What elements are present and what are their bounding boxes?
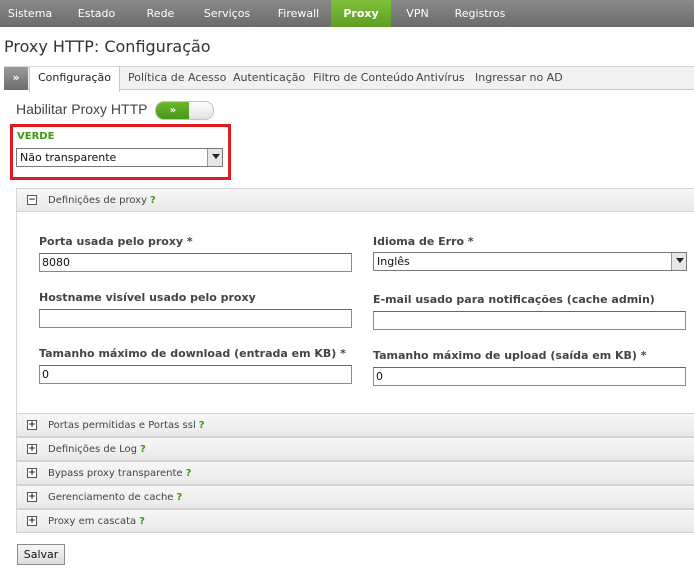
panel-title-text: Proxy em cascata xyxy=(48,516,137,527)
nav-item-proxy[interactable]: Proxy xyxy=(331,0,391,27)
tab-autenticacao[interactable]: Autenticação xyxy=(233,67,305,91)
help-icon[interactable]: ? xyxy=(186,468,192,479)
panel-title-text: Portas permitidas e Portas ssl xyxy=(48,420,196,431)
help-icon[interactable]: ? xyxy=(139,516,145,527)
panel-cascade-header[interactable]: + Proxy em cascata? xyxy=(16,509,694,533)
tab-ingressar-no-ad[interactable]: Ingressar no AD xyxy=(475,67,563,91)
tab-politica-de-acesso[interactable]: Política de Acesso xyxy=(128,67,226,91)
expand-icon[interactable]: » xyxy=(4,67,28,90)
collapse-icon: − xyxy=(27,195,37,205)
panel-title-text: Bypass proxy transparente xyxy=(48,468,183,479)
error-language-select[interactable]: Inglês xyxy=(373,252,687,271)
panel-bypass-header[interactable]: + Bypass proxy transparente? xyxy=(16,461,694,485)
nav-item-servicos[interactable]: Serviços xyxy=(188,0,266,27)
error-language-label: Idioma de Erro * xyxy=(373,235,474,248)
panel-allowed-ports-header[interactable]: + Portas permitidas e Portas ssl? xyxy=(16,413,694,437)
expand-icon: + xyxy=(27,516,37,526)
enable-proxy-toggle[interactable]: » xyxy=(155,101,214,120)
tab-antivirus[interactable]: Antivírus xyxy=(416,67,465,91)
panel-cache-header[interactable]: + Gerenciamento de cache? xyxy=(16,485,694,509)
panel-title: Proxy em cascata? xyxy=(48,516,145,527)
port-label: Porta usada pelo proxy * xyxy=(39,235,193,248)
save-button[interactable]: Salvar xyxy=(17,544,65,565)
nav-item-firewall[interactable]: Firewall xyxy=(266,0,331,27)
hostname-input[interactable] xyxy=(39,309,352,328)
panel-title: Definições de Log? xyxy=(48,444,146,455)
top-nav: Sistema Estado Rede Serviços Firewall Pr… xyxy=(0,0,694,27)
admin-email-input[interactable] xyxy=(373,311,686,330)
tab-filtro-de-conteudo[interactable]: Filtro de Conteúdo xyxy=(313,67,414,91)
max-upload-input[interactable]: 0 xyxy=(373,367,686,386)
tab-bar: » Configuração Política de Acesso Autent… xyxy=(4,66,694,92)
help-icon[interactable]: ? xyxy=(150,195,156,206)
panel-proxy-settings-header[interactable]: − Definições de proxy? xyxy=(16,188,694,212)
port-input[interactable]: 8080 xyxy=(39,253,352,272)
panel-log-settings-header[interactable]: + Definições de Log? xyxy=(16,437,694,461)
chevron-down-icon xyxy=(671,253,686,270)
panel-title-text: Definições de proxy xyxy=(48,195,147,206)
error-language-value: Inglês xyxy=(377,255,410,268)
panel-title: Bypass proxy transparente? xyxy=(48,468,191,479)
tab-configuracao[interactable]: Configuração xyxy=(29,67,120,92)
expand-icon: + xyxy=(27,492,37,502)
help-icon[interactable]: ? xyxy=(140,444,146,455)
panel-title: Definições de proxy? xyxy=(48,195,156,206)
page-title: Proxy HTTP: Configuração xyxy=(4,37,211,56)
max-upload-label: Tamanho máximo de upload (saída em KB) * xyxy=(373,349,647,362)
toggle-knob xyxy=(189,102,213,119)
toggle-on-icon: » xyxy=(156,102,190,119)
expand-icon: + xyxy=(27,468,37,478)
panel-title: Gerenciamento de cache? xyxy=(48,492,182,503)
help-icon[interactable]: ? xyxy=(199,420,205,431)
enable-proxy-label: Habilitar Proxy HTTP xyxy=(16,101,148,117)
panel-title: Portas permitidas e Portas ssl? xyxy=(48,420,205,431)
verde-label: VERDE xyxy=(17,131,55,142)
chevron-down-icon xyxy=(207,149,222,166)
help-icon[interactable]: ? xyxy=(176,492,182,503)
nav-item-rede[interactable]: Rede xyxy=(133,0,188,27)
max-download-input[interactable]: 0 xyxy=(39,365,352,384)
nav-item-registros[interactable]: Registros xyxy=(444,0,516,27)
verde-mode-select[interactable]: Não transparente xyxy=(16,148,223,167)
expand-icon: + xyxy=(27,444,37,454)
nav-item-estado[interactable]: Estado xyxy=(60,0,133,27)
panel-title-text: Gerenciamento de cache xyxy=(48,492,174,503)
expand-icon: + xyxy=(27,420,37,430)
panel-title-text: Definições de Log xyxy=(48,444,137,455)
max-download-label: Tamanho máximo de download (entrada em K… xyxy=(39,347,346,360)
hostname-label: Hostname visível usado pelo proxy xyxy=(39,291,256,304)
nav-item-sistema[interactable]: Sistema xyxy=(0,0,60,27)
admin-email-label: E-mail usado para notificações (cache ad… xyxy=(373,293,655,306)
verde-mode-value: Não transparente xyxy=(20,151,117,164)
nav-item-vpn[interactable]: VPN xyxy=(391,0,444,27)
